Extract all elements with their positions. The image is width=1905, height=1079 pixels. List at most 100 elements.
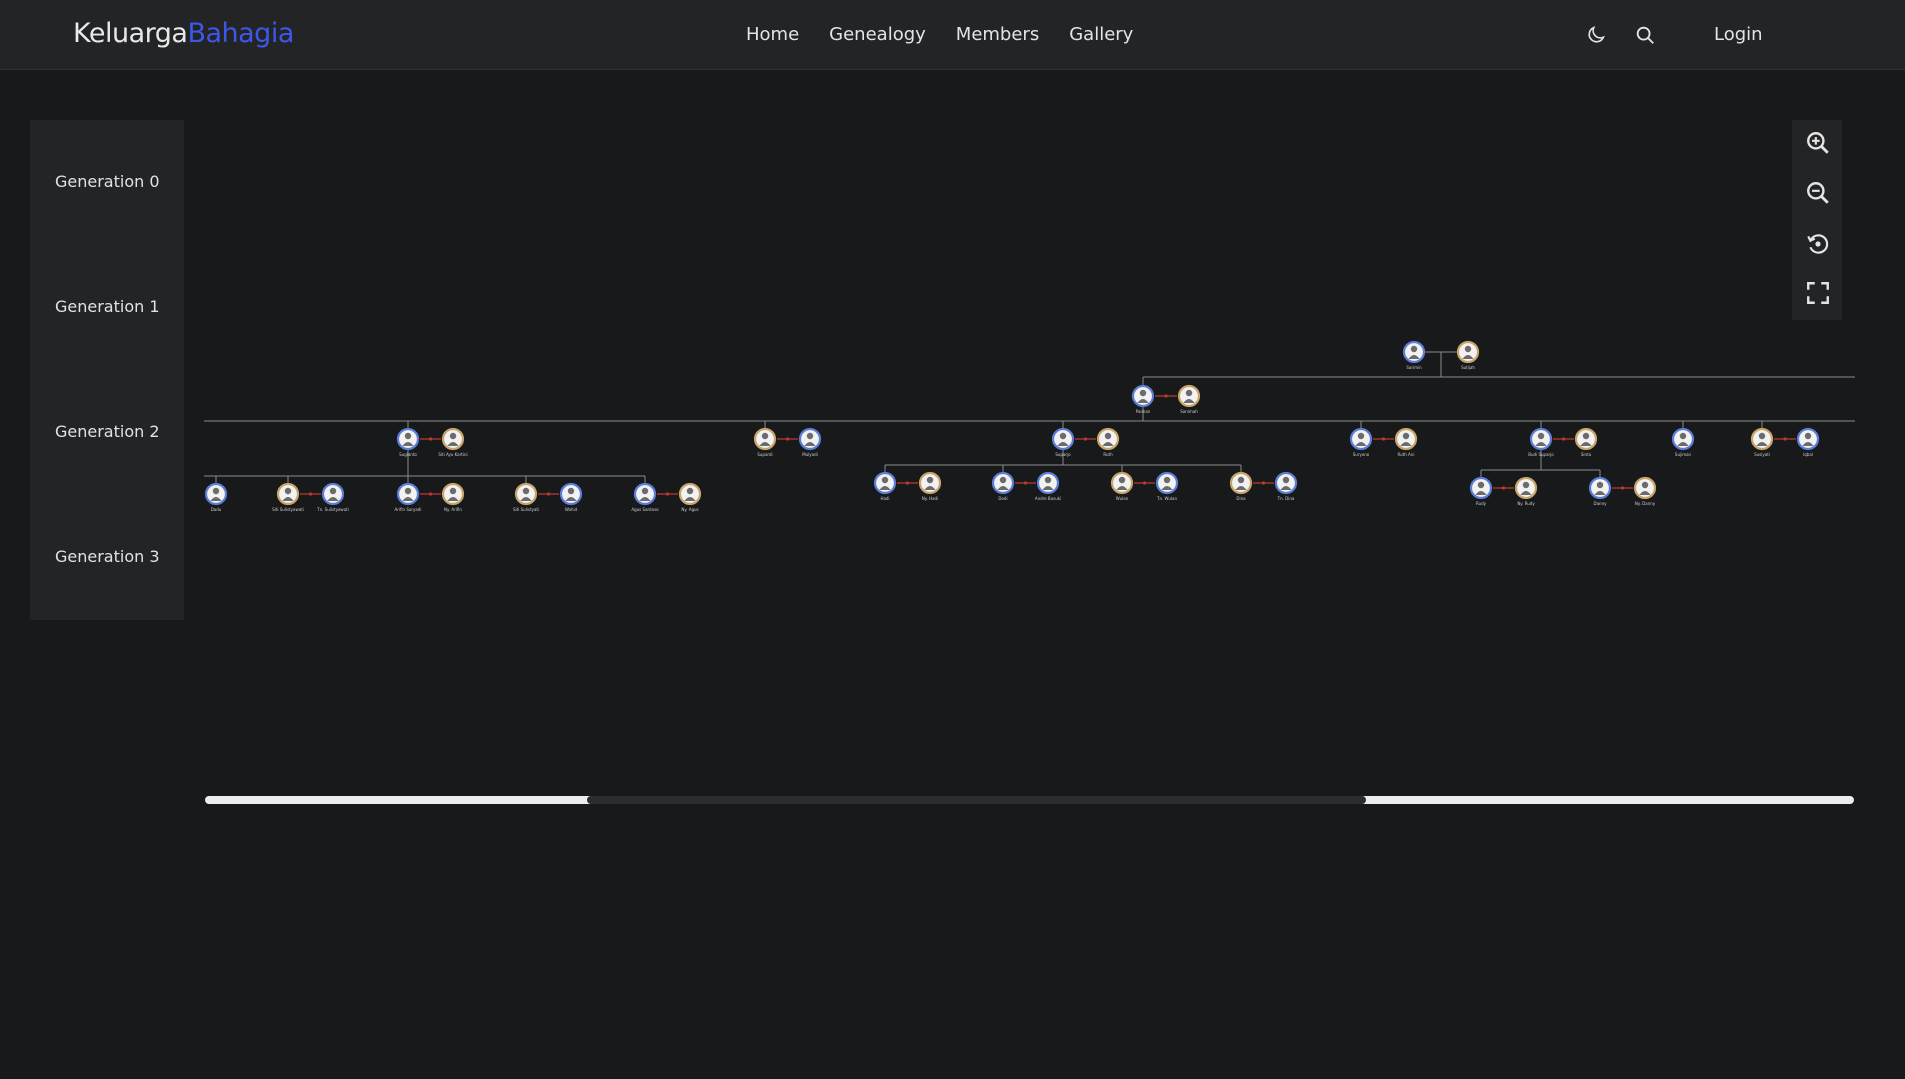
person-icon (1118, 476, 1126, 484)
member-node[interactable]: Suryono (1349, 427, 1373, 457)
spouse-link-dot (428, 437, 433, 441)
person-icon (806, 432, 814, 440)
member-node[interactable]: Ny. Arifin (441, 482, 465, 512)
member-name: Ny. Rudy (1517, 501, 1535, 506)
member-node[interactable]: Tn. Dina (1274, 471, 1298, 501)
family-tree-canvas[interactable]: Sarimin Sutijah Paiman Sanimah Sugianto Siti … (204, 120, 1855, 810)
person-icon (1464, 345, 1472, 353)
member-node[interactable]: Ny. Danny (1633, 476, 1657, 506)
spouse-link-dot (1501, 486, 1506, 490)
person-icon (1104, 432, 1112, 440)
fullscreen-icon[interactable] (1805, 280, 1831, 306)
spouse-link-dot (665, 492, 670, 496)
person-icon (1582, 432, 1590, 440)
member-name: Mulyadi (802, 452, 818, 457)
zoom-in-icon[interactable] (1805, 130, 1831, 156)
member-name: Sutijah (1461, 365, 1475, 370)
person-icon (404, 432, 412, 440)
person-icon (567, 487, 575, 495)
person-icon (999, 476, 1007, 484)
member-node[interactable]: Supardi (753, 427, 777, 457)
person-icon (1596, 481, 1604, 489)
member-node[interactable]: Siti Sulistyawati (272, 482, 304, 512)
member-node[interactable]: Hadi (873, 471, 897, 501)
spouse-link-dot (1023, 481, 1028, 485)
member-node[interactable]: Sugianto (396, 427, 420, 457)
nav-home[interactable]: Home (746, 24, 799, 45)
member-node[interactable]: Dodi (991, 471, 1015, 501)
member-node[interactable]: Sarimin (1402, 340, 1426, 370)
member-node[interactable]: Ny. Agus (678, 482, 702, 512)
nav-members[interactable]: Members (956, 24, 1039, 45)
member-name: Ny. Agus (681, 507, 698, 512)
member-name: Siti Ayu Kartini (438, 452, 467, 457)
member-node[interactable]: Agus Santoso (631, 482, 659, 512)
person-icon (881, 476, 889, 484)
member-name: Dadu (211, 507, 222, 512)
search-icon[interactable] (1634, 24, 1656, 46)
person-icon (1163, 476, 1171, 484)
spouse-link-dot (1783, 437, 1787, 441)
member-name: Siti Sulistyawati (272, 507, 304, 512)
member-node[interactable]: Tn. Sulistyawati (316, 482, 349, 512)
spouse-link-dot (1142, 481, 1147, 485)
member-node[interactable]: Siti Ayu Kartini (438, 427, 468, 457)
member-node[interactable]: Sutijah (1456, 340, 1480, 370)
person-icon (641, 487, 649, 495)
member-node[interactable]: Andre Basuki (1035, 471, 1061, 501)
member-node[interactable]: Wahid (559, 482, 583, 512)
member-name: Wahid (565, 507, 578, 512)
spouse-link-dot (905, 481, 910, 485)
member-node[interactable]: Wulan (1110, 471, 1134, 501)
brand-name-part2: Bahagia (187, 18, 294, 49)
person-icon (329, 487, 337, 495)
member-name: Sujiman (1675, 452, 1692, 457)
member-node[interactable]: Suparjo (1051, 427, 1075, 457)
member-name: Tn. Wulan (1156, 496, 1177, 501)
reset-icon[interactable] (1805, 231, 1831, 257)
scrollbar-thumb[interactable] (587, 796, 1366, 804)
member-name: Agus Santoso (631, 507, 659, 512)
member-node[interactable]: Rudy (1469, 476, 1493, 506)
member-node[interactable]: Sujiman (1671, 427, 1695, 457)
person-icon (284, 487, 292, 495)
member-node[interactable]: Ruth (1096, 427, 1120, 457)
member-node[interactable]: Iqbal (1796, 427, 1820, 457)
family-tree-svg[interactable]: Sarimin Sutijah Paiman Sanimah Sugianto Siti … (204, 120, 1855, 810)
spouse-link-dot (1083, 437, 1088, 441)
generation-label: Generation 0 (55, 172, 160, 191)
member-node[interactable]: Danny (1588, 476, 1612, 506)
nav-gallery[interactable]: Gallery (1069, 24, 1133, 45)
member-name: Budi Suparjo (1528, 452, 1554, 457)
top-navbar: KeluargaBahagia Home Genealogy Members G… (0, 0, 1905, 70)
person-icon (1758, 432, 1766, 440)
nav-genealogy[interactable]: Genealogy (829, 24, 926, 45)
member-node[interactable]: Tn. Wulan (1155, 471, 1179, 501)
member-node[interactable]: Dadu (204, 482, 228, 512)
member-node[interactable]: Ny. Rudy (1514, 476, 1538, 506)
member-node[interactable]: Budi Suparjo (1528, 427, 1554, 457)
person-icon (404, 487, 412, 495)
spouse-link-dot (1164, 394, 1168, 398)
member-node[interactable]: Mulyadi (798, 427, 822, 457)
member-name: Tn. Dina (1277, 496, 1295, 501)
member-node[interactable]: Dina (1229, 471, 1253, 501)
person-icon (1185, 389, 1193, 397)
member-node[interactable]: Ny. Hadi (918, 471, 942, 501)
member-node[interactable]: Sanimah (1177, 384, 1201, 414)
horizontal-scrollbar[interactable] (205, 796, 1854, 804)
brand-logo[interactable]: KeluargaBahagia (73, 18, 294, 49)
member-node[interactable]: Ruth Ani (1394, 427, 1418, 457)
moon-icon[interactable] (1585, 24, 1607, 46)
zoom-out-icon[interactable] (1805, 180, 1831, 206)
member-node[interactable]: Susiyati (1750, 427, 1774, 457)
member-node[interactable]: Paiman (1131, 384, 1155, 414)
member-node[interactable]: Arifin Saryadi (395, 482, 422, 512)
generation-panel: Generation 0 Generation 1 Generation 2 G… (30, 120, 184, 620)
login-link[interactable]: Login (1714, 24, 1763, 45)
member-node[interactable]: Siti Sulistyati (513, 482, 539, 512)
person-icon (1357, 432, 1365, 440)
member-node[interactable]: Sinta (1574, 427, 1598, 457)
member-name: Ruth (1103, 452, 1113, 457)
member-name: Andre Basuki (1035, 496, 1061, 501)
